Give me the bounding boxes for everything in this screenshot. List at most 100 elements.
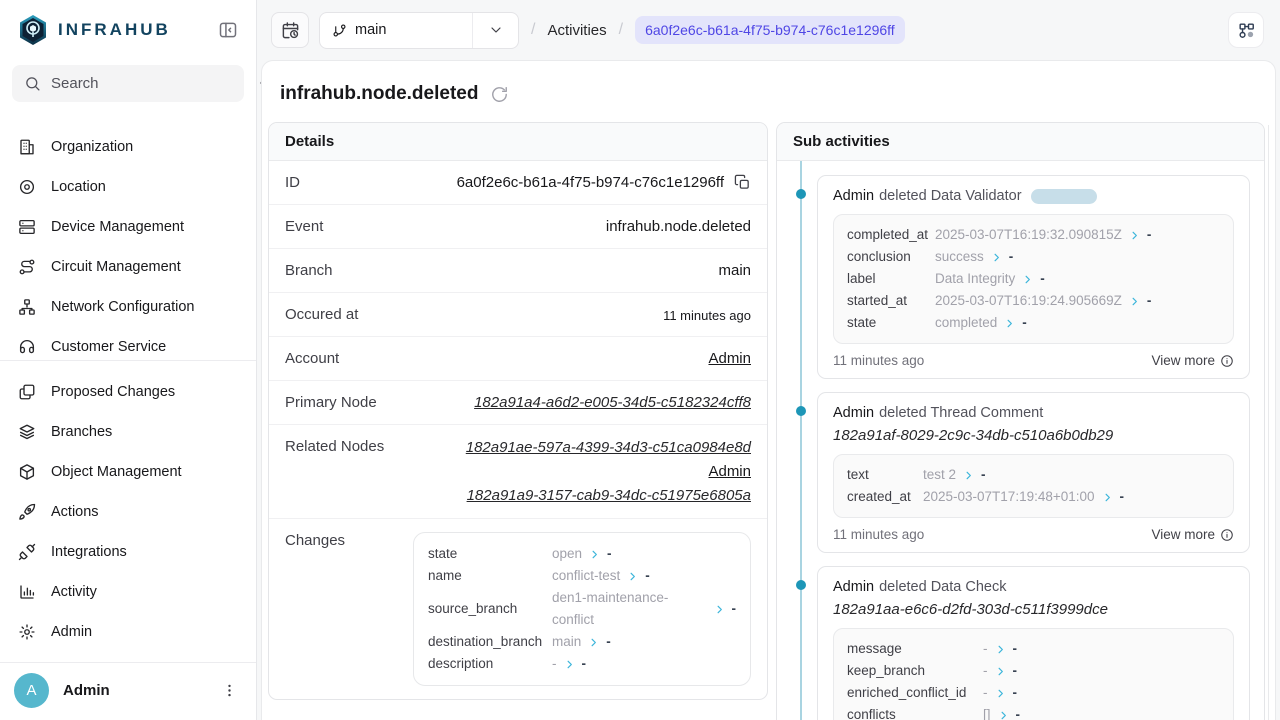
- calendar-clock-icon: [281, 21, 300, 40]
- sub-activities-timeline: Admin deleted Data Validator completed_a…: [777, 161, 1264, 720]
- sidebar: INFRAHUB ^K Organization Location: [0, 0, 257, 720]
- page-title: infrahub.node.deleted: [280, 83, 478, 105]
- activity-actor: Admin: [833, 188, 874, 204]
- activity-attributes-box: texttest 2- created_at2025-03-07T17:19:4…: [833, 454, 1234, 518]
- sidebar-item-label: Admin: [51, 624, 92, 640]
- git-branch-icon: [332, 23, 347, 38]
- info-icon: [1220, 528, 1234, 542]
- sub-activity-card: Admin deleted Data Check 182a91aa-e6c6-d…: [817, 566, 1250, 720]
- details-header: Details: [269, 123, 767, 161]
- breadcrumb-activities[interactable]: Activities: [547, 22, 606, 39]
- detail-label: Changes: [285, 532, 345, 549]
- detail-label: Account: [285, 350, 339, 367]
- user-name: Admin: [63, 682, 110, 699]
- branch-selector-value: main: [320, 22, 472, 38]
- sidebar-item-actions[interactable]: Actions: [0, 492, 256, 532]
- changes-box: state open - name conflict-test -: [413, 532, 751, 686]
- detail-row-id: ID 6a0f2e6c-b61a-4f75-b974-c76c1e1296ff: [269, 161, 767, 205]
- server-icon: [18, 218, 36, 236]
- topbar: main / Activities / 6a0f2e6c-b61a-4f75-b…: [257, 0, 1280, 60]
- activity-time: 11 minutes ago: [833, 353, 924, 368]
- activity-time: 11 minutes ago: [833, 527, 924, 542]
- search-icon: [24, 75, 41, 92]
- user-menu-button[interactable]: [216, 678, 242, 704]
- search-box[interactable]: ^K: [12, 65, 244, 102]
- content-panel: infrahub.node.deleted Details ID 6a0f2e6…: [261, 60, 1276, 720]
- detail-value-event: infrahub.node.deleted: [606, 218, 751, 235]
- activity-action: deleted Data Validator: [879, 188, 1021, 204]
- sidebar-item-label: Circuit Management: [51, 259, 181, 275]
- chevron-right-icon: [1129, 296, 1140, 307]
- schema-icon: [1237, 21, 1256, 40]
- chevron-right-icon: [1004, 318, 1015, 329]
- panel-collapse-icon: [218, 20, 238, 40]
- sidebar-item-network-configuration[interactable]: Network Configuration: [0, 287, 256, 327]
- branch-selector[interactable]: main: [319, 12, 519, 49]
- sidebar-item-customer-service[interactable]: Customer Service: [0, 327, 256, 357]
- sidebar-item-admin[interactable]: Admin: [0, 612, 256, 652]
- branch-caret[interactable]: [472, 13, 518, 48]
- schema-button[interactable]: [1228, 12, 1264, 48]
- change-row: destination_branch main -: [428, 631, 736, 653]
- related-node-link[interactable]: 182a91ae-597a-4399-34d3-c51ca0984e8d: [466, 438, 751, 457]
- vertical-scrollbar[interactable]: [1268, 125, 1275, 720]
- view-more-link[interactable]: View more: [1151, 353, 1234, 368]
- rocket-icon: [18, 503, 36, 521]
- chevron-right-icon: [995, 644, 1006, 655]
- brand-logo[interactable]: INFRAHUB: [16, 13, 171, 47]
- refresh-button[interactable]: [490, 85, 509, 104]
- sidebar-item-label: Object Management: [51, 464, 182, 480]
- sidebar-item-integrations[interactable]: Integrations: [0, 532, 256, 572]
- sidebar-item-label: Activity: [51, 584, 97, 600]
- sidebar-nav-secondary: Proposed Changes Branches Object Managem…: [0, 372, 256, 652]
- sidebar-item-circuit-management[interactable]: Circuit Management: [0, 247, 256, 287]
- plug-icon: [18, 543, 36, 561]
- sidebar-item-branches[interactable]: Branches: [0, 412, 256, 452]
- sidebar-item-proposed-changes[interactable]: Proposed Changes: [0, 372, 256, 412]
- cards-row: Details ID 6a0f2e6c-b61a-4f75-b974-c76c1…: [262, 122, 1275, 720]
- related-node-link[interactable]: Admin: [708, 462, 751, 481]
- sidebar-item-location[interactable]: Location: [0, 167, 256, 207]
- related-node-link[interactable]: 182a91a9-3157-cab9-34dc-c51975e6805a: [467, 486, 751, 505]
- timeline-dot: [796, 406, 806, 416]
- chevron-right-icon: [589, 549, 600, 560]
- sidebar-item-object-management[interactable]: Object Management: [0, 452, 256, 492]
- sub-activity-card: Admin deleted Data Validator completed_a…: [817, 175, 1250, 379]
- view-more-link[interactable]: View more: [1151, 527, 1234, 542]
- sidebar-item-activity[interactable]: Activity: [0, 572, 256, 612]
- time-travel-button[interactable]: [271, 12, 309, 48]
- sub-activity-card: Admin deleted Thread Comment 182a91af-80…: [817, 392, 1250, 553]
- sub-activity-item: Admin deleted Data Check 182a91aa-e6c6-d…: [817, 566, 1250, 720]
- sidebar-item-device-management[interactable]: Device Management: [0, 207, 256, 247]
- activity-attributes-box: message-- keep_branch-- enriched_conflic…: [833, 628, 1234, 720]
- sidebar-item-label: Location: [51, 179, 106, 195]
- primary-node-link[interactable]: 182a91a4-a6d2-e005-34d5-c5182324cff8: [474, 394, 751, 411]
- avatar[interactable]: A: [14, 673, 49, 708]
- detail-label: Related Nodes: [285, 438, 384, 455]
- sidebar-item-organization[interactable]: Organization: [0, 127, 256, 167]
- sub-activity-item: Admin deleted Data Validator completed_a…: [817, 175, 1250, 379]
- building-icon: [18, 138, 36, 156]
- user-row: A Admin: [0, 662, 256, 720]
- search-input[interactable]: [51, 75, 250, 92]
- copy-id-button[interactable]: [734, 174, 751, 191]
- chevron-right-icon: [998, 710, 1009, 720]
- sidebar-nav-primary: Organization Location Device Management …: [0, 127, 256, 357]
- hierarchy-icon: [18, 298, 36, 316]
- breadcrumb-activity-id[interactable]: 6a0f2e6c-b61a-4f75-b974-c76c1e1296ff: [635, 16, 905, 44]
- route-icon: [18, 258, 36, 276]
- account-link[interactable]: Admin: [708, 350, 751, 367]
- sidebar-collapse-button[interactable]: [214, 16, 242, 44]
- detail-label: ID: [285, 174, 300, 191]
- chevron-right-icon: [627, 571, 638, 582]
- chevron-right-icon: [995, 666, 1006, 677]
- chevron-right-icon: [1129, 230, 1140, 241]
- chevron-right-icon: [963, 470, 974, 481]
- layers-icon: [18, 423, 36, 441]
- detail-row-occured-at: Occured at 11 minutes ago: [269, 293, 767, 337]
- detail-label: Branch: [285, 262, 333, 279]
- detail-row-branch: Branch main: [269, 249, 767, 293]
- chevron-right-icon: [1022, 274, 1033, 285]
- sidebar-divider: [0, 360, 256, 361]
- sidebar-item-label: Branches: [51, 424, 112, 440]
